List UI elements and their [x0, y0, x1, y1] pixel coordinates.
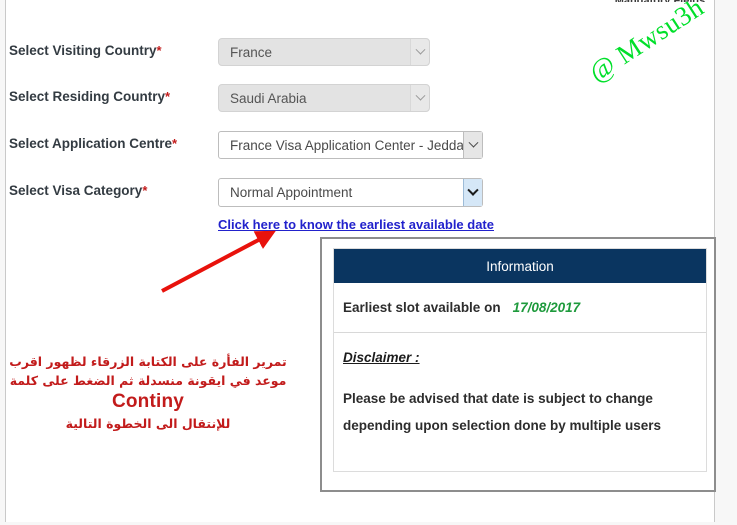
chevron-down-icon[interactable]: [410, 39, 429, 65]
label-visiting-country-text: Select Visiting Country: [9, 43, 157, 58]
required-asterisk: *: [165, 89, 171, 104]
arabic-line-2: موعد في ايقونة منسدلة ثم الضغط على كلمة: [9, 373, 287, 388]
disclaimer-title: Disclaimer :: [343, 350, 420, 365]
information-panel-header: Information: [334, 249, 706, 283]
information-panel-inner: Information Earliest slot available on 1…: [333, 248, 707, 472]
select-visa-category-value: Normal Appointment: [230, 185, 353, 200]
label-visa-category-text: Select Visa Category: [9, 183, 143, 198]
field-row-visiting-country: Select Visiting Country* France: [0, 36, 737, 66]
arabic-footer-line: للإنتقال الى الخطوة التالية: [65, 416, 231, 431]
required-asterisk: *: [156, 43, 162, 58]
label-visa-category: Select Visa Category*: [9, 176, 147, 206]
required-asterisk: *: [172, 136, 178, 151]
disclaimer-line-2: depending upon selection done by multipl…: [343, 418, 662, 433]
label-application-centre-text: Select Application Centre: [9, 136, 173, 151]
arabic-keyword-continy: Continy: [111, 391, 185, 412]
chevron-down-icon[interactable]: [463, 132, 482, 158]
chevron-down-icon[interactable]: [410, 85, 429, 111]
earliest-slot-row: Earliest slot available on 17/08/2017: [334, 283, 706, 333]
arabic-line-1: تمرير الفأرة على الكتابة الزرقاء لظهور ا…: [9, 354, 287, 369]
select-visiting-country[interactable]: France: [218, 38, 430, 66]
earliest-slot-date: 17/08/2017: [512, 300, 581, 315]
mandatory-fields-note: Mandatory Fields: [590, 0, 730, 2]
information-panel: Information Earliest slot available on 1…: [320, 237, 716, 492]
label-residing-country-text: Select Residing Country: [9, 89, 166, 104]
label-application-centre: Select Application Centre*: [9, 129, 177, 159]
field-row-application-centre: Select Application Centre* France Visa A…: [0, 129, 737, 159]
required-asterisk: *: [142, 183, 148, 198]
label-visiting-country: Select Visiting Country*: [9, 36, 162, 66]
chevron-down-icon[interactable]: [463, 179, 482, 206]
select-residing-country[interactable]: Saudi Arabia: [218, 84, 430, 112]
field-row-residing-country: Select Residing Country* Saudi Arabia: [0, 82, 737, 112]
select-visa-category[interactable]: Normal Appointment: [218, 178, 483, 207]
label-residing-country: Select Residing Country*: [9, 82, 170, 112]
select-visiting-country-value: France: [230, 44, 273, 60]
select-application-centre[interactable]: France Visa Application Center - Jeddah: [218, 131, 483, 159]
field-row-visa-category: Select Visa Category* Normal Appointment: [0, 176, 737, 207]
select-residing-country-value: Saudi Arabia: [230, 90, 307, 106]
earliest-slot-label: Earliest slot available on: [343, 300, 501, 315]
earliest-available-date-link[interactable]: Click here to know the earliest availabl…: [218, 217, 494, 232]
disclaimer-line-1: Please be advised that date is subject t…: [343, 391, 653, 406]
disclaimer-section: Disclaimer : Please be advised that date…: [334, 333, 706, 439]
select-application-centre-value: France Visa Application Center - Jeddah: [230, 137, 463, 153]
arabic-instruction-note: تمرير الفأرة على الكتابة الزرقاء لظهور ا…: [8, 352, 288, 433]
